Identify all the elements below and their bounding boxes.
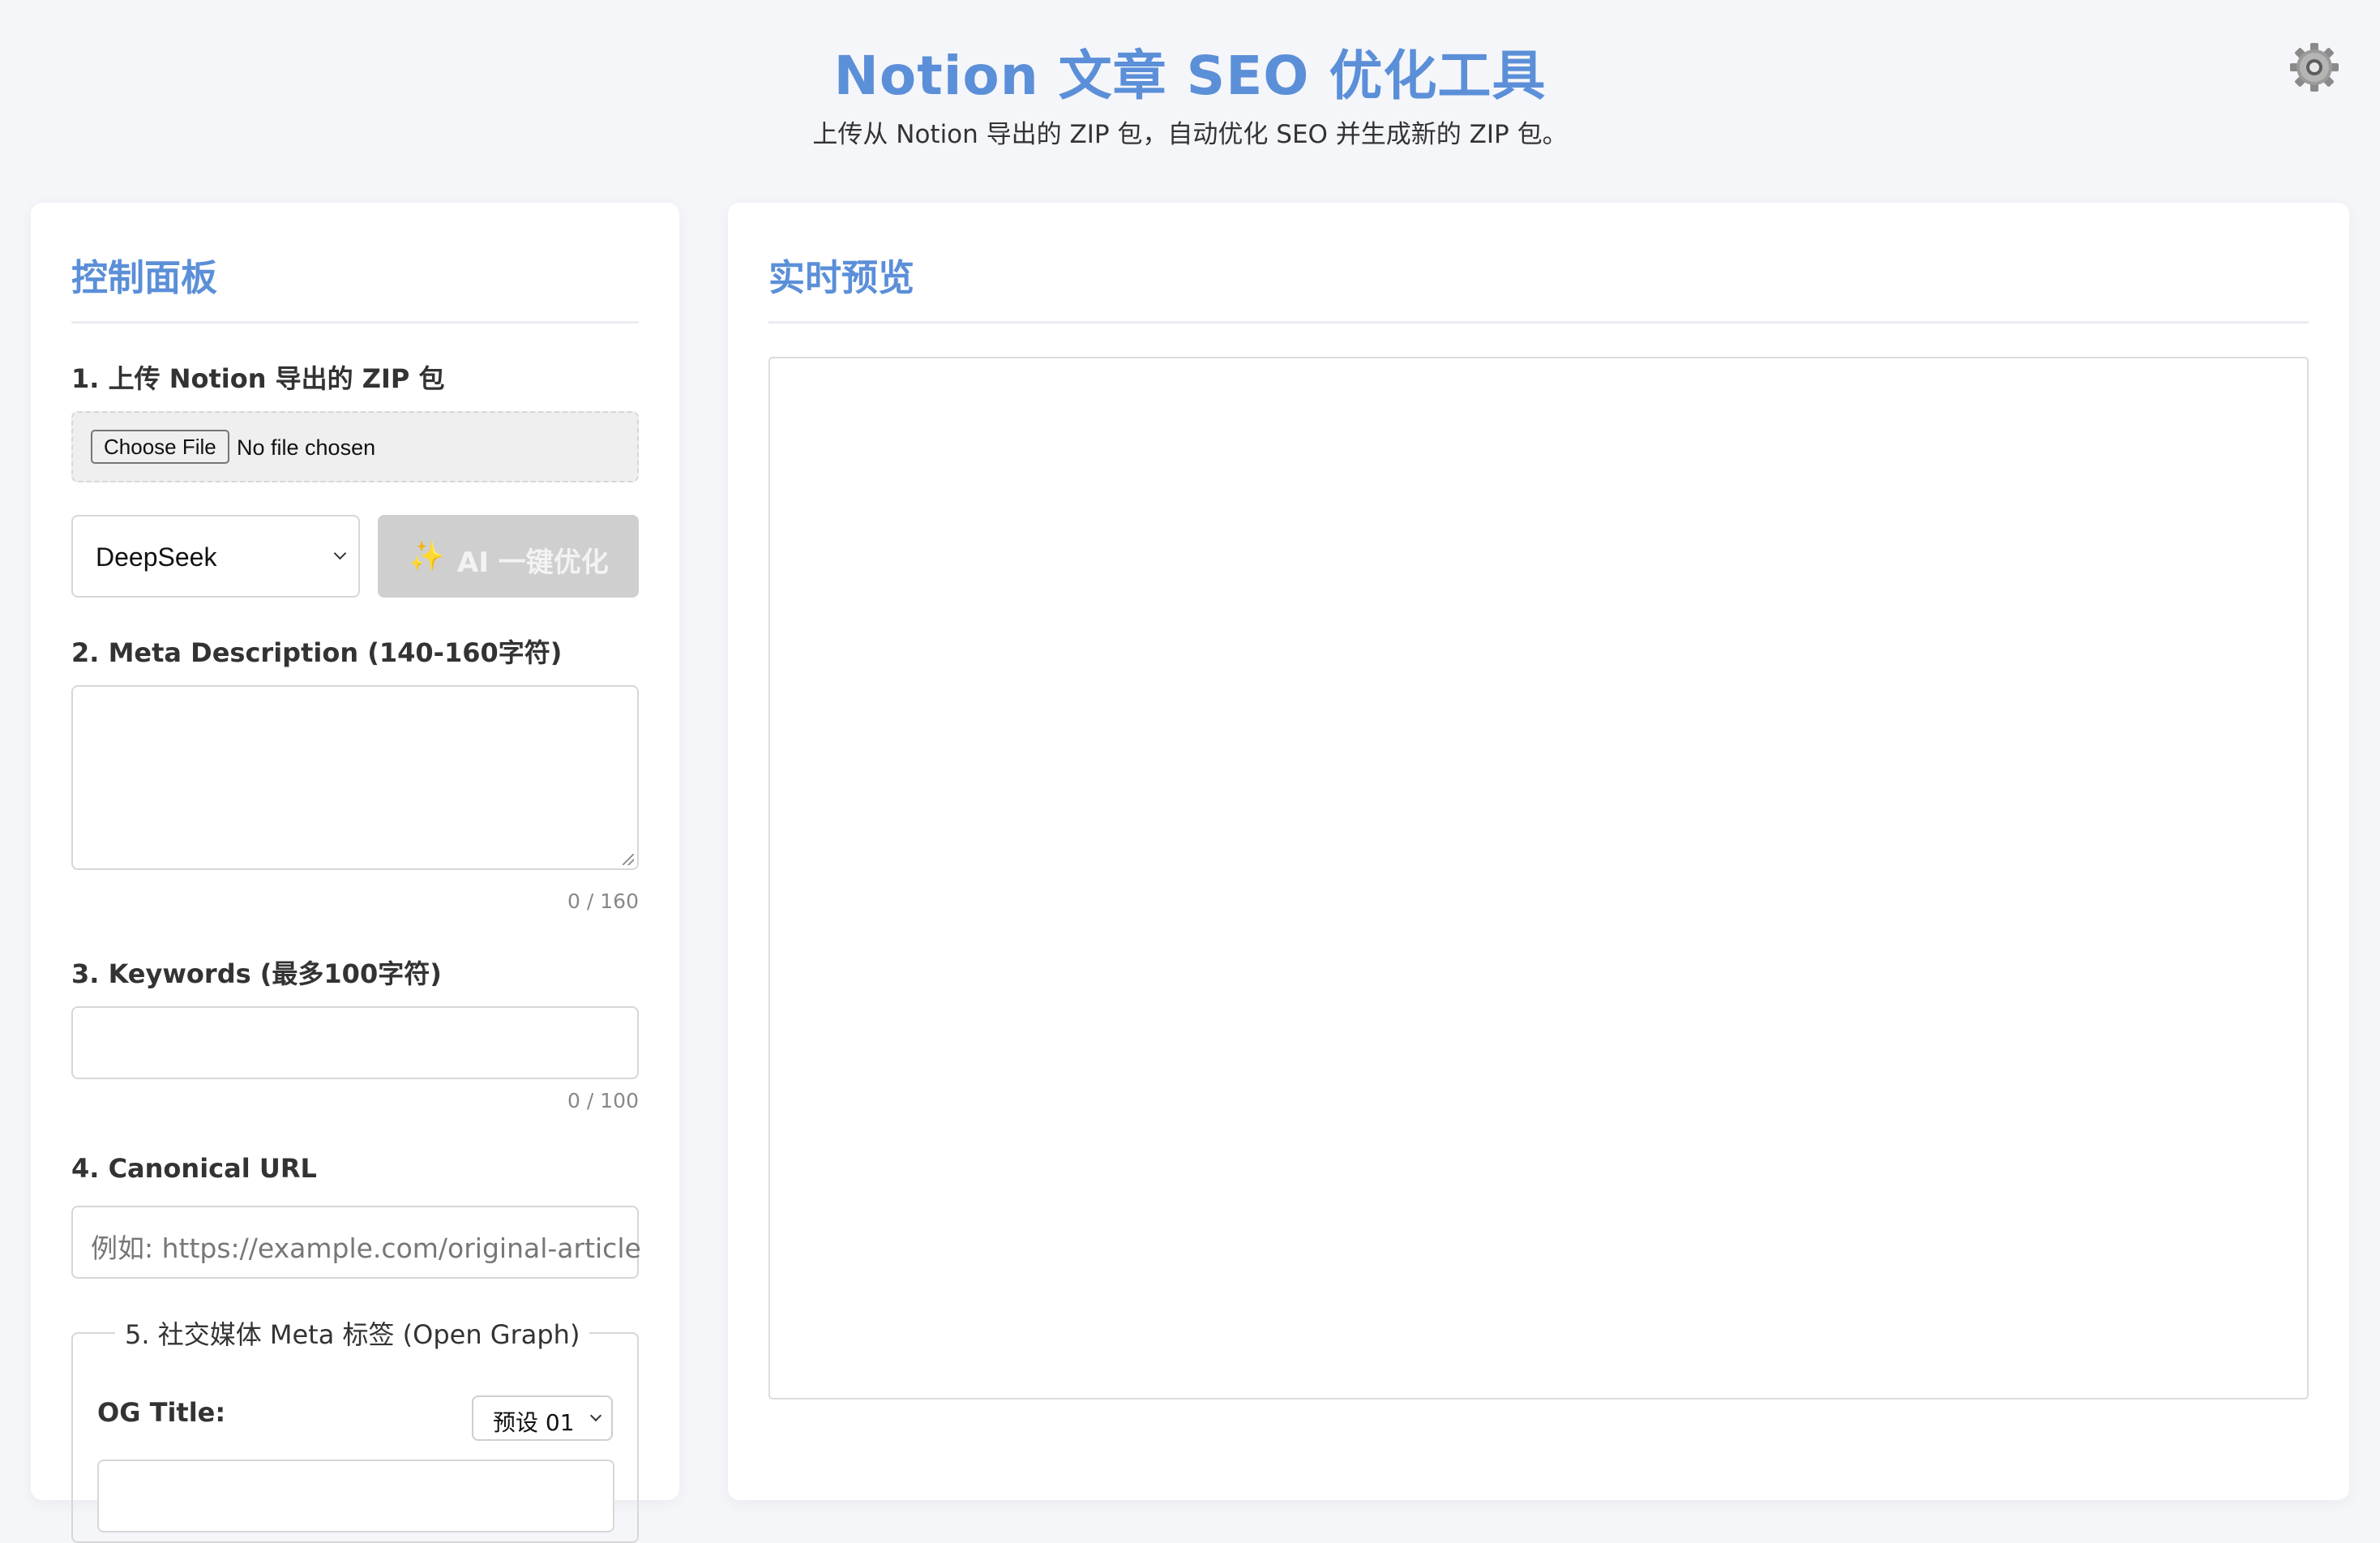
resize-handle-icon[interactable] bbox=[623, 854, 634, 865]
page-header: Notion 文章 SEO 优化工具 上传从 Notion 导出的 ZIP 包，… bbox=[0, 0, 2380, 186]
model-select[interactable]: DeepSeek bbox=[71, 515, 360, 598]
canonical-url-placeholder: 例如: https://example.com/original-article bbox=[91, 1232, 641, 1264]
divider bbox=[768, 321, 2309, 324]
preview-frame[interactable] bbox=[768, 357, 2309, 1399]
control-panel: 控制面板 1. 上传 Notion 导出的 ZIP 包 Choose File … bbox=[31, 203, 679, 1543]
choose-file-button[interactable]: Choose File bbox=[91, 430, 229, 464]
preview-panel-title: 实时预览 bbox=[768, 256, 915, 299]
app-subtitle: 上传从 Notion 导出的 ZIP 包，自动优化 SEO 并生成新的 ZIP … bbox=[812, 120, 1568, 149]
sparkles-icon: ✨ bbox=[409, 540, 445, 573]
og-preset-select[interactable]: 预设 01 bbox=[472, 1395, 613, 1441]
canonical-url-label: 4. Canonical URL bbox=[71, 1153, 317, 1184]
gear-icon bbox=[2290, 43, 2339, 92]
settings-button[interactable] bbox=[2288, 41, 2341, 94]
ai-optimize-button[interactable]: ✨ AI 一键优化 bbox=[378, 515, 639, 598]
ai-optimize-label: AI 一键优化 bbox=[457, 546, 609, 579]
open-graph-legend: 5. 社交媒体 Meta 标签 (Open Graph) bbox=[115, 1314, 590, 1352]
upload-label: 1. 上传 Notion 导出的 ZIP 包 bbox=[71, 363, 445, 394]
keywords-label: 3. Keywords (最多100字符) bbox=[71, 958, 442, 989]
preview-panel: 实时预览 bbox=[728, 203, 2349, 1500]
og-preset-value: 预设 01 bbox=[493, 1409, 575, 1436]
meta-description-counter: 0 / 160 bbox=[567, 889, 639, 913]
file-upload-area[interactable]: Choose File No file chosen bbox=[71, 411, 639, 482]
canonical-url-input[interactable]: 例如: https://example.com/original-article bbox=[71, 1206, 641, 1279]
meta-description-label: 2. Meta Description (140-160字符) bbox=[71, 637, 563, 668]
app-title: Notion 文章 SEO 优化工具 bbox=[833, 45, 1547, 107]
keywords-input[interactable] bbox=[71, 1006, 639, 1079]
meta-description-textarea[interactable] bbox=[71, 685, 639, 870]
og-title-input[interactable] bbox=[97, 1459, 614, 1532]
keywords-counter: 0 / 100 bbox=[567, 1089, 639, 1112]
open-graph-fieldset: 5. 社交媒体 Meta 标签 (Open Graph) OG Title: 预… bbox=[71, 1314, 639, 1543]
model-select-value: DeepSeek bbox=[96, 542, 217, 572]
file-status: No file chosen bbox=[237, 435, 376, 460]
og-title-label: OG Title: bbox=[97, 1397, 226, 1428]
chevron-down-icon bbox=[333, 546, 347, 560]
divider bbox=[71, 321, 639, 324]
chevron-down-icon bbox=[589, 1409, 602, 1422]
control-panel-title: 控制面板 bbox=[71, 256, 218, 299]
